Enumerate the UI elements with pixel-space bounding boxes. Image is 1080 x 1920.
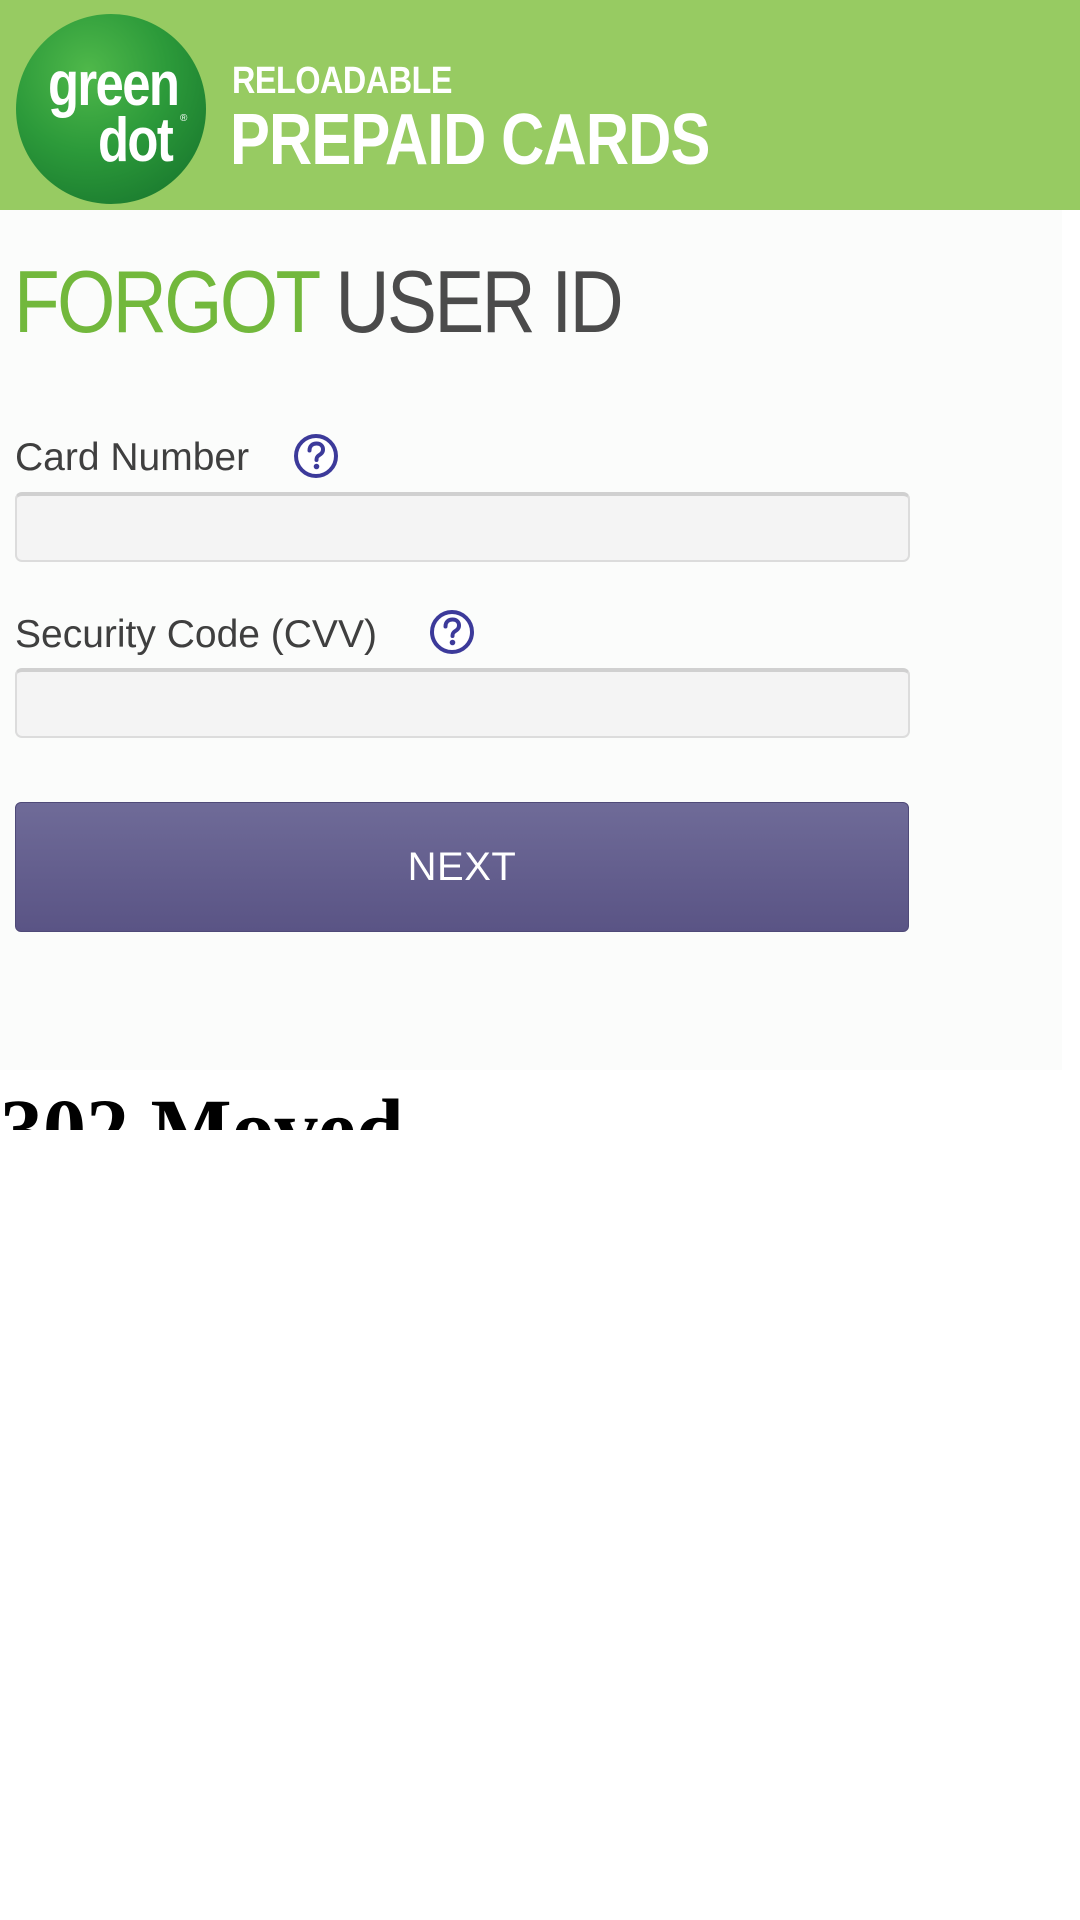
card-number-label: Card Number — [15, 436, 250, 479]
site-header: green dot ® RELOADABLE PREPAID CARDS — [0, 0, 1080, 210]
page-title-accent: FORGOT — [14, 252, 320, 351]
security-code-help-icon[interactable] — [429, 609, 475, 655]
security-code-input[interactable] — [15, 668, 910, 738]
question-mark-circle-icon — [294, 434, 338, 478]
page-title-rest: USER ID — [317, 252, 624, 351]
header-subtitle: RELOADABLE — [232, 60, 453, 102]
security-code-label: Security Code (CVV) — [15, 613, 377, 656]
logo-word-dot: dot — [98, 106, 174, 175]
card-number-input[interactable] — [15, 492, 910, 562]
page-title: FORGOT USER ID — [14, 258, 624, 346]
card-number-help-icon[interactable] — [293, 433, 339, 479]
next-button[interactable]: NEXT — [15, 802, 909, 932]
status-message-clip: 302 Moved — [0, 1072, 700, 1130]
green-dot-logo[interactable]: green dot ® — [16, 14, 206, 204]
status-message-heading: 302 Moved — [0, 1081, 404, 1130]
question-mark-circle-icon — [430, 610, 474, 654]
logo-registered-mark: ® — [180, 113, 188, 124]
header-title: PREPAID CARDS — [230, 100, 710, 180]
